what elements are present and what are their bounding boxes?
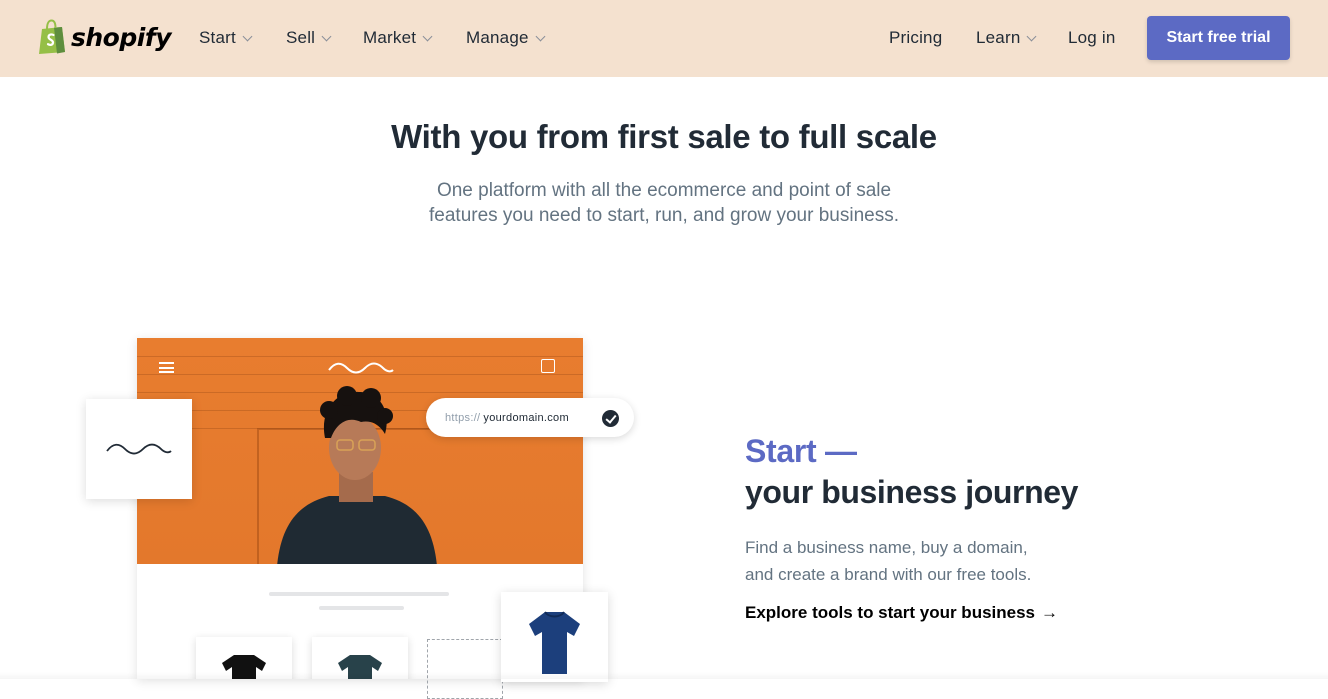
shopping-bag-logo-icon (39, 19, 65, 54)
chevron-down-icon (422, 31, 433, 41)
explore-tools-link[interactable]: Explore tools to start your business → (745, 603, 1058, 623)
hero-title: With you from first sale to full scale (391, 118, 937, 155)
domain-name: yourdomain.com (483, 411, 569, 424)
nav-market-label: Market (363, 28, 417, 47)
domain-pill: https:// yourdomain.com (426, 398, 634, 437)
section-accent-heading: Start — (745, 433, 857, 469)
model-person-image (277, 386, 437, 564)
shopify-logo[interactable]: shopify (36, 19, 172, 55)
nav-manage-label: Manage (466, 28, 529, 47)
chevron-down-icon (1027, 31, 1037, 41)
chevron-down-icon (321, 31, 332, 41)
section-title: your business journey (745, 474, 1079, 510)
product-card-navy (501, 592, 608, 682)
wave-logo-icon (328, 362, 394, 374)
nav-pricing-link[interactable]: Pricing (889, 28, 942, 48)
store-hero-photo (137, 338, 583, 564)
hero-subtitle-line: features you need to start, run, and gro… (429, 205, 899, 226)
explore-tools-label: Explore tools to start your business (745, 603, 1036, 622)
cart-icon (541, 359, 555, 373)
checkmark-icon (602, 410, 619, 427)
placeholder-line (319, 606, 404, 610)
nav-learn-label: Learn (976, 28, 1021, 47)
wave-logo-icon (106, 443, 172, 455)
section-divider-shadow (0, 672, 1328, 679)
tshirt-navy-icon (529, 611, 580, 674)
nav-market-menu[interactable]: Market (363, 28, 433, 48)
arrow-right-icon: → (1041, 603, 1059, 622)
placeholder-line (269, 592, 449, 596)
nav-learn-menu[interactable]: Learn (976, 28, 1037, 48)
section-body: Find a business name, buy a domain, and … (745, 534, 1085, 588)
nav-start-menu[interactable]: Start (199, 28, 253, 48)
section-body-line: Find a business name, buy a domain, (745, 538, 1028, 557)
top-nav: shopify Start Sell Market Manage Pricing… (0, 0, 1328, 77)
section-body-line: and create a brand with our free tools. (745, 565, 1032, 584)
hero-subtitle-line: One platform with all the ecommerce and … (436, 180, 892, 201)
nav-login-link[interactable]: Log in (1068, 28, 1116, 48)
brand-wordmark: shopify (71, 22, 172, 52)
domain-prefix: https:// (445, 411, 481, 424)
logo-card (86, 399, 192, 499)
start-free-trial-button[interactable]: Start free trial (1147, 16, 1290, 60)
hero-subtitle: One platform with all the ecommerce and … (400, 178, 928, 228)
menu-icon (159, 362, 174, 373)
nav-manage-menu[interactable]: Manage (466, 28, 546, 48)
nav-sell-label: Sell (286, 28, 316, 47)
nav-start-label: Start (199, 28, 236, 47)
chevron-down-icon (535, 31, 546, 41)
chevron-down-icon (242, 31, 253, 41)
nav-sell-menu[interactable]: Sell (286, 28, 332, 48)
empty-product-slot (427, 639, 503, 699)
